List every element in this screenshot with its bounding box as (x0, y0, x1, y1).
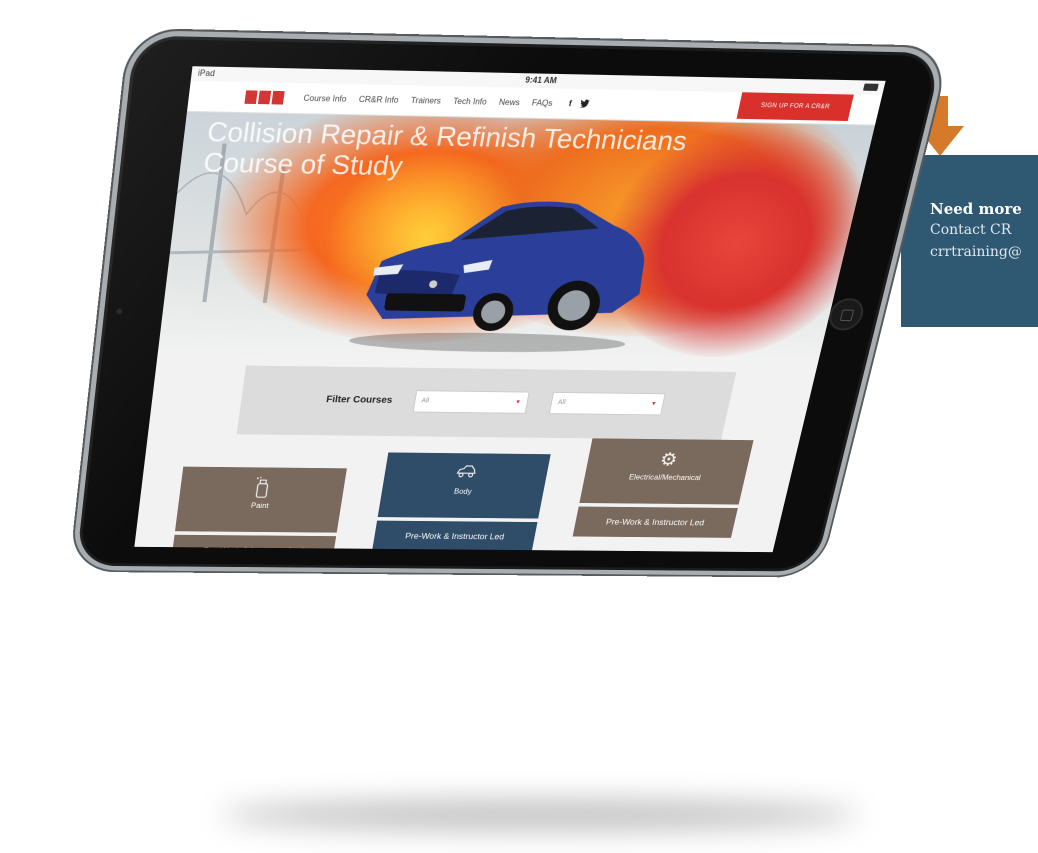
chevron-down-icon: ▼ (514, 399, 522, 406)
blue-car-image (347, 198, 659, 354)
nav-course-info[interactable]: Course Info (303, 94, 347, 105)
site-logo[interactable] (244, 90, 285, 105)
spray-can-icon (179, 476, 346, 505)
card-subtitle-button[interactable]: Pre-Work & Instructor Led (170, 534, 337, 553)
ipad-device: iPad 9:41 AM Course Info CR&R Info Train… (0, 0, 1038, 853)
social-links: f (568, 99, 590, 110)
gear-icon: ⚙ (657, 450, 680, 470)
battery-icon (862, 83, 879, 91)
filter-label: Filter Courses (325, 394, 394, 406)
course-card-body[interactable]: Body Pre-Work & Instructor Led (372, 452, 551, 552)
nav-faqs[interactable]: FAQs (531, 98, 553, 109)
signup-button[interactable]: SIGN UP FOR A CR&R (736, 92, 854, 122)
select-value: All (420, 397, 430, 405)
card-header: Paint (174, 466, 347, 533)
nav-crr-info[interactable]: CR&R Info (358, 95, 399, 106)
device-shadow (220, 800, 860, 830)
card-header: Body (377, 452, 551, 519)
nav-tech-info[interactable]: Tech Info (452, 97, 487, 108)
card-header: ⚙ Electrical/Mechanical (579, 438, 754, 505)
ipad-screen: iPad 9:41 AM Course Info CR&R Info Train… (134, 66, 886, 553)
chevron-down-icon: ▼ (650, 401, 658, 408)
course-cards: Paint Pre-Work & Instructor Led Body Pre… (168, 438, 765, 553)
select-value: All (557, 399, 567, 406)
card-title: Body (453, 487, 473, 496)
filter-bar: Filter Courses All ▼ All ▼ (236, 365, 737, 440)
facebook-icon[interactable]: f (568, 99, 572, 109)
card-title: Electrical/Mechanical (628, 473, 702, 482)
logo-block-icon (257, 90, 272, 105)
card-subtitle-button[interactable]: Pre-Work & Instructor Led (572, 506, 738, 538)
course-card-paint[interactable]: Paint Pre-Work & Instructor Led (170, 466, 347, 553)
card-subtitle-button[interactable]: Pre-Work & Instructor Led (372, 520, 538, 552)
nav-news[interactable]: News (498, 98, 520, 109)
logo-block-icon (244, 90, 258, 105)
ipad-bezel: iPad 9:41 AM Course Info CR&R Info Train… (70, 30, 950, 576)
filter-select-type[interactable]: All ▼ (548, 391, 666, 416)
camera-icon (116, 308, 123, 315)
nav-trainers[interactable]: Trainers (410, 96, 441, 107)
nav-menu: Course Info CR&R Info Trainers Tech Info… (303, 94, 590, 110)
logo-block-icon (271, 90, 285, 105)
course-card-electrical[interactable]: ⚙ Electrical/Mechanical Pre-Work & Instr… (572, 438, 754, 538)
hero-title: Collision Repair & Refinish Technicians … (202, 117, 690, 187)
filter-select-category[interactable]: All ▼ (412, 390, 530, 414)
hero-banner: Collision Repair & Refinish Technicians … (157, 111, 875, 368)
twitter-icon[interactable] (579, 99, 590, 109)
car-icon (383, 462, 549, 484)
